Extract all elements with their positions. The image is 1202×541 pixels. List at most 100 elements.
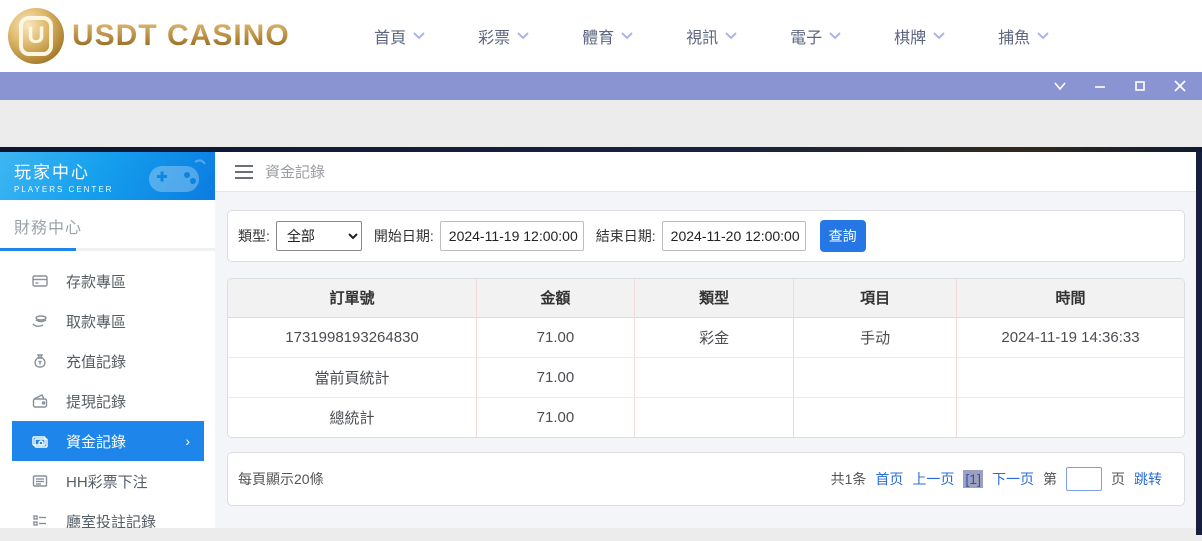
window-chevron-down-icon[interactable] <box>1052 78 1068 94</box>
cell-time <box>956 397 1184 437</box>
start-date-label: 開始日期: <box>374 226 434 246</box>
table-row-grand-total: 總統計 71.00 <box>228 397 1184 437</box>
table-row: 1731998193264830 71.00 彩金 手动 2024-11-19 … <box>228 317 1184 357</box>
records-table: 訂單號 金額 類型 項目 時間 1731998193264830 71.00 彩… <box>228 279 1184 437</box>
finance-center-label: 財務中心 <box>14 214 201 238</box>
window-frame-right <box>1196 152 1202 535</box>
records-list-icon <box>32 513 50 529</box>
window-minimize-icon[interactable] <box>1092 78 1108 94</box>
logo-ball-icon: U <box>8 8 64 64</box>
sidebar: 玩家中心 PLAYERS CENTER 財務中心 存款專區 <box>0 152 215 528</box>
cell-item <box>794 357 957 397</box>
cell-order: 1731998193264830 <box>228 317 477 357</box>
nav-item-home[interactable]: 首頁 <box>348 24 452 48</box>
nav-item-lottery[interactable]: 彩票 <box>452 24 556 48</box>
end-date-label: 結束日期: <box>596 226 656 246</box>
section-underline-active <box>0 248 76 251</box>
cell-amount: 71.00 <box>477 357 635 397</box>
section-underline <box>0 248 215 251</box>
jump-suffix-text: 页 <box>1111 469 1125 489</box>
nav-item-live[interactable]: 視訊 <box>660 24 764 48</box>
sidebar-item-room-bet-record[interactable]: 廳室投註記錄 <box>0 501 215 541</box>
chevron-down-icon <box>933 32 945 40</box>
cell-type: 彩金 <box>634 317 794 357</box>
col-header-time: 時間 <box>956 279 1184 317</box>
nav-label: 捕魚 <box>998 24 1030 48</box>
nav-item-sports[interactable]: 體育 <box>556 24 660 48</box>
window-bottom-strip <box>0 528 1196 535</box>
chevron-down-icon <box>621 32 633 40</box>
sidebar-item-label: 資金記錄 <box>66 431 126 452</box>
brand-name: USDT CASINO <box>72 19 290 53</box>
next-page-link[interactable]: 下一页 <box>992 469 1034 489</box>
pagination-panel: 每頁顯示20條 共1条 首页 上一页 [1] 下一页 第 页 跳转 <box>227 452 1185 506</box>
table-row-page-total: 當前頁統計 71.00 <box>228 357 1184 397</box>
nav-label: 首頁 <box>374 24 406 48</box>
breadcrumb: 資金記錄 <box>265 161 325 182</box>
cell-type <box>634 357 794 397</box>
wallet-icon <box>32 393 50 409</box>
type-select[interactable]: 全部 <box>276 221 362 251</box>
sidebar-item-label: 存款專區 <box>66 271 126 292</box>
jump-prefix-text: 第 <box>1043 469 1057 489</box>
gamepad-icon <box>135 156 209 200</box>
sidebar-item-label: 充值記錄 <box>66 351 126 372</box>
sidebar-item-withdraw-record[interactable]: 提現記錄 <box>0 381 215 421</box>
window-maximize-icon[interactable] <box>1132 78 1148 94</box>
main-nav: 首頁 彩票 體育 視訊 電子 棋牌 捕魚 <box>348 24 1076 48</box>
nav-label: 電子 <box>790 24 822 48</box>
sidebar-item-withdraw-area[interactable]: 取款專區 <box>0 301 215 341</box>
jump-page-input[interactable] <box>1066 467 1102 491</box>
cell-time <box>956 357 1184 397</box>
total-count-text: 共1条 <box>831 469 867 489</box>
sidebar-item-label: 取款專區 <box>66 311 126 332</box>
sidebar-item-label: HH彩票下注 <box>66 471 148 492</box>
window-titlebar <box>0 72 1202 100</box>
brand-logo[interactable]: U USDT CASINO <box>8 8 290 64</box>
main-content: 資金記錄 類型: 全部 開始日期: 結束日期: 查詢 訂單號 <box>215 152 1196 528</box>
nav-item-slots[interactable]: 電子 <box>764 24 868 48</box>
chevron-right-icon: › <box>185 433 190 449</box>
table-header-row: 訂單號 金額 類型 項目 時間 <box>228 279 1184 317</box>
page-size-text: 每頁顯示20條 <box>238 469 324 489</box>
cell-item <box>794 397 957 437</box>
nav-item-fishing[interactable]: 捕魚 <box>972 24 1076 48</box>
cell-amount: 71.00 <box>477 317 635 357</box>
cell-time: 2024-11-19 14:36:33 <box>956 317 1184 357</box>
chevron-down-icon <box>413 32 425 40</box>
sidebar-item-deposit-area[interactable]: 存款專區 <box>0 261 215 301</box>
withdraw-hand-icon <box>32 313 50 329</box>
nav-label: 彩票 <box>478 24 510 48</box>
nav-item-poker[interactable]: 棋牌 <box>868 24 972 48</box>
sidebar-item-fund-record[interactable]: 資金記錄 › <box>12 421 204 461</box>
first-page-link[interactable]: 首页 <box>875 469 903 489</box>
chevron-down-icon <box>829 32 841 40</box>
moneybag-icon <box>32 353 50 369</box>
end-date-input[interactable] <box>662 221 806 251</box>
col-header-amount: 金額 <box>477 279 635 317</box>
col-header-type: 類型 <box>634 279 794 317</box>
pager: 共1条 首页 上一页 [1] 下一页 第 页 跳转 <box>831 467 1162 491</box>
sidebar-item-recharge-record[interactable]: 充值記錄 <box>0 341 215 381</box>
content-header: 資金記錄 <box>215 152 1196 192</box>
hamburger-menu-icon[interactable] <box>235 165 253 179</box>
banknote-icon <box>32 433 50 449</box>
sidebar-item-hh-lottery-bets[interactable]: HH彩票下注 <box>0 461 215 501</box>
chevron-down-icon <box>517 32 529 40</box>
col-header-item: 項目 <box>794 279 957 317</box>
window-close-icon[interactable] <box>1172 78 1188 94</box>
records-table-panel: 訂單號 金額 類型 項目 時間 1731998193264830 71.00 彩… <box>227 278 1185 438</box>
nav-label: 體育 <box>582 24 614 48</box>
cell-order: 當前頁統計 <box>228 357 477 397</box>
nav-label: 棋牌 <box>894 24 926 48</box>
current-page-indicator[interactable]: [1] <box>963 470 983 488</box>
site-header: U USDT CASINO 首頁 彩票 體育 視訊 電子 棋牌 捕魚 <box>0 0 1202 72</box>
jump-button[interactable]: 跳转 <box>1134 469 1162 489</box>
prev-page-link[interactable]: 上一页 <box>912 469 954 489</box>
cell-amount: 71.00 <box>477 397 635 437</box>
deposit-card-icon <box>32 273 50 289</box>
app-area: 玩家中心 PLAYERS CENTER 財務中心 存款專區 <box>0 152 1196 528</box>
start-date-input[interactable] <box>440 221 584 251</box>
search-button[interactable]: 查詢 <box>820 220 866 252</box>
ticket-list-icon <box>32 473 50 489</box>
